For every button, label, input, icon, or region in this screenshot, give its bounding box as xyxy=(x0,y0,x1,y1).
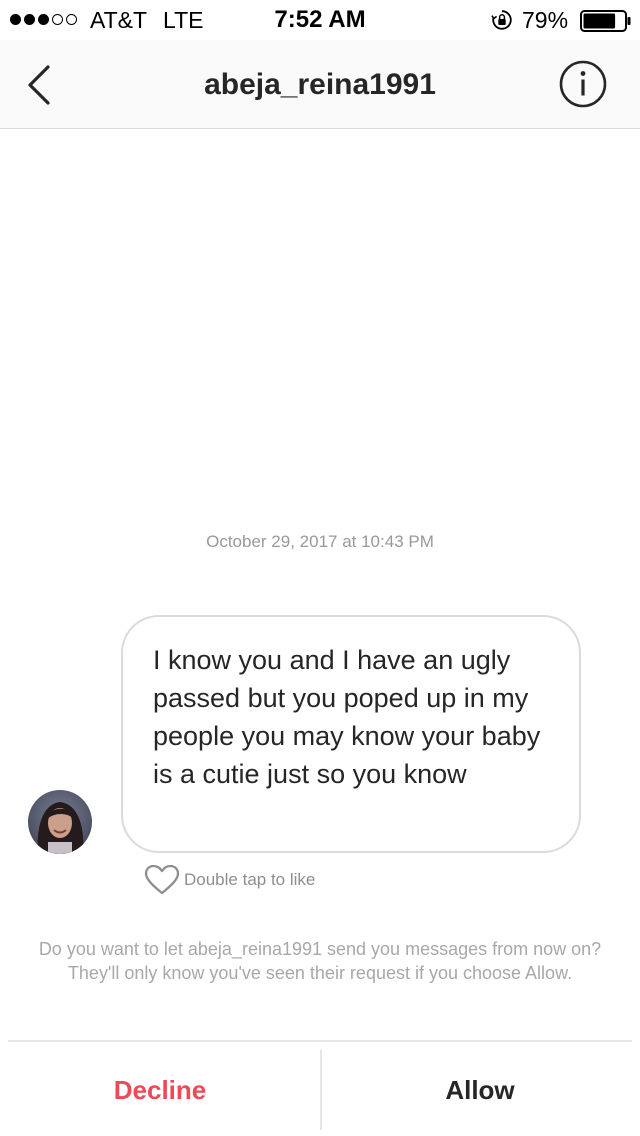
avatar[interactable] xyxy=(28,790,92,854)
conversation-title: abeja_reina1991 xyxy=(204,68,436,101)
info-circle-icon[interactable] xyxy=(559,60,607,108)
message-request-prompt: Do you want to let abeja_reina1991 send … xyxy=(38,939,602,983)
message-text: I know you and I have an ugly passed but… xyxy=(153,645,541,789)
heart-icon[interactable] xyxy=(144,864,180,896)
message-timestamp: October 29, 2017 at 10:43 PM xyxy=(206,532,434,551)
status-bar: AT&T LTE 7:52 AM 79% xyxy=(0,0,640,40)
divider xyxy=(320,1050,322,1130)
decline-button[interactable]: Decline xyxy=(10,1055,310,1125)
like-hint-label: Double tap to like xyxy=(184,870,316,889)
message-bubble[interactable]: I know you and I have an ugly passed but… xyxy=(121,615,581,853)
profile-photo xyxy=(28,790,92,854)
like-hint[interactable]: Double tap to like xyxy=(144,863,315,897)
divider xyxy=(8,1040,632,1042)
conversation-header: abeja_reina1991 xyxy=(0,40,640,129)
allow-button[interactable]: Allow xyxy=(330,1055,630,1125)
rotation-lock-icon xyxy=(491,10,512,30)
battery-icon xyxy=(580,10,631,32)
battery-percent: 79% xyxy=(522,7,569,33)
